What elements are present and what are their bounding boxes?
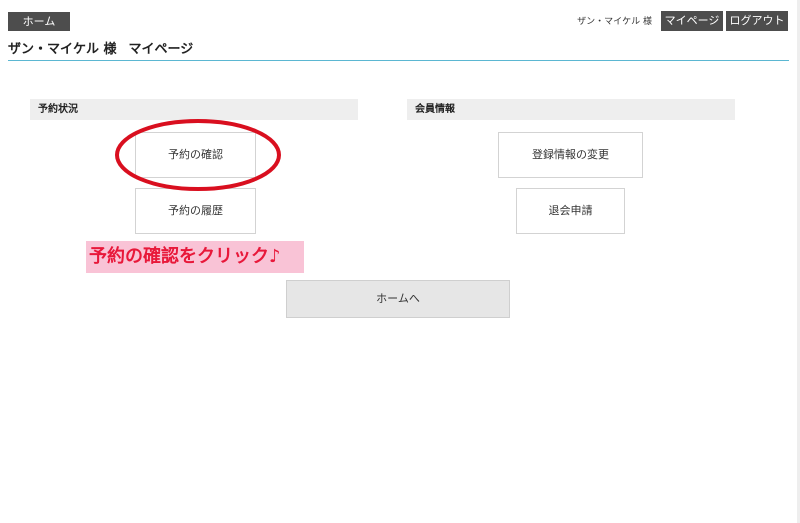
page-title: ザン・マイケル 様マイページ [8, 38, 193, 57]
user-name: ザン・マイケル 様 [8, 42, 117, 57]
home-tab[interactable]: ホーム [8, 12, 70, 31]
highlight-circle-annotation [115, 119, 281, 191]
annotation-label: 予約の確認をクリック♪ [86, 241, 304, 273]
mypage-button[interactable]: マイページ [661, 11, 723, 31]
reservation-history-button[interactable]: 予約の履歴 [135, 188, 256, 234]
top-user-name: ザン・マイケル 様 [577, 17, 652, 27]
section-title-member: 会員情報 [407, 99, 735, 120]
header-divider [8, 60, 789, 61]
home-button[interactable]: ホームへ [286, 280, 510, 318]
member-info-change-button[interactable]: 登録情報の変更 [498, 132, 643, 178]
logout-button[interactable]: ログアウト [726, 11, 788, 31]
withdraw-request-button[interactable]: 退会申請 [516, 188, 625, 234]
page-name: マイページ [128, 42, 194, 57]
